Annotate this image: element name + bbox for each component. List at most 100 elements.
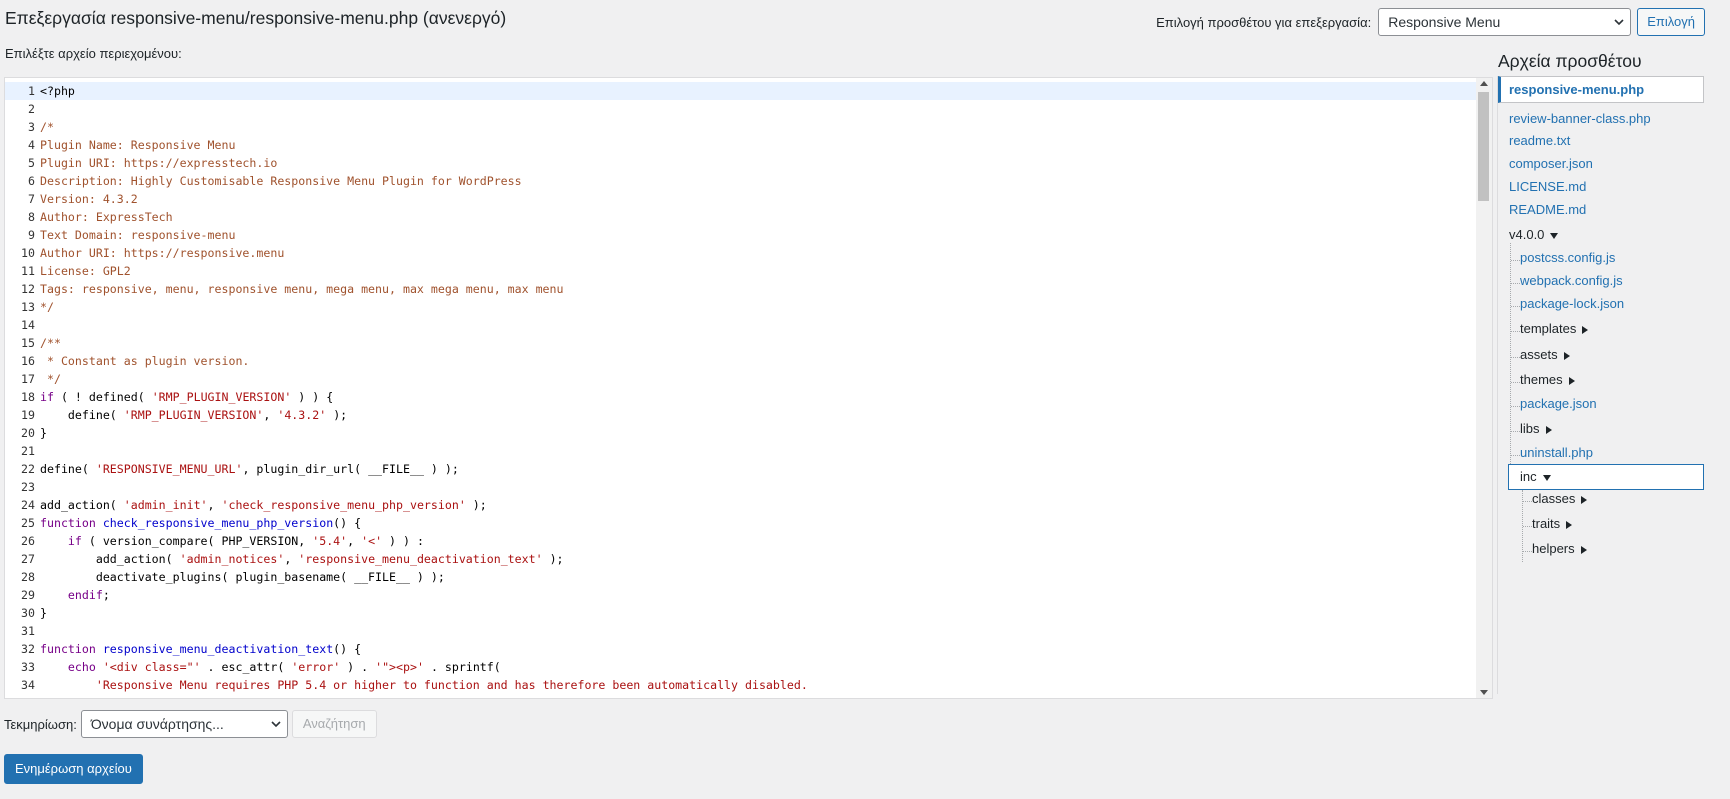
line-text[interactable]: Plugin URI: https://expresstech.io — [39, 154, 277, 172]
folder-v4[interactable]: v4.0.0 — [1509, 227, 1559, 242]
file-link[interactable]: review-banner-class.php — [1509, 111, 1651, 126]
file-link[interactable]: package-lock.json — [1520, 296, 1624, 311]
code-line[interactable]: 8 Author: ExpressTech — [5, 208, 1476, 226]
file-item[interactable]: readme.txt — [1509, 133, 1570, 148]
code-line[interactable]: 4 Plugin Name: Responsive Menu — [5, 136, 1476, 154]
code-line[interactable]: 2 — [5, 100, 1476, 118]
code-line[interactable]: 3 /* — [5, 118, 1476, 136]
line-text[interactable] — [39, 622, 40, 640]
line-text[interactable]: * Constant as plugin version. — [39, 352, 249, 370]
line-text[interactable]: add_action( 'admin_init', 'check_respons… — [39, 496, 487, 514]
file-selected[interactable]: responsive-menu.php — [1498, 76, 1704, 103]
line-text[interactable]: } — [39, 424, 47, 442]
folder-traits[interactable]: traits — [1532, 516, 1573, 531]
code-line[interactable]: 22 define( 'RESPONSIVE_MENU_URL', plugin_… — [5, 460, 1476, 478]
file-link[interactable]: package.json — [1520, 396, 1597, 411]
folder-classes[interactable]: classes — [1532, 491, 1588, 506]
folder-templates[interactable]: templates — [1520, 321, 1589, 336]
code-line[interactable]: 13 */ — [5, 298, 1476, 316]
folder-themes[interactable]: themes — [1520, 372, 1575, 387]
line-text[interactable]: /* — [39, 118, 54, 136]
code-line[interactable]: 25 function check_responsive_menu_php_ver… — [5, 514, 1476, 532]
file-link[interactable]: composer.json — [1509, 156, 1593, 171]
line-text[interactable]: endif; — [39, 586, 110, 604]
file-link[interactable]: README.md — [1509, 202, 1586, 217]
line-text[interactable]: <?php — [39, 82, 75, 100]
folder-assets[interactable]: assets — [1520, 347, 1570, 362]
code-line[interactable]: 30} — [5, 604, 1476, 622]
folder-inc[interactable]: inc — [1508, 464, 1704, 490]
line-text[interactable]: Author: ExpressTech — [39, 208, 173, 226]
code-line[interactable]: 1 <?php — [5, 82, 1476, 100]
lookup-button[interactable]: Αναζήτηση — [291, 710, 377, 738]
file-link[interactable]: readme.txt — [1509, 133, 1570, 148]
code-line[interactable]: 19 define( 'RMP_PLUGIN_VERSION', '4.3.2'… — [5, 406, 1476, 424]
file-item[interactable]: LICENSE.md — [1509, 179, 1586, 194]
editor-scrollbar[interactable] — [1476, 78, 1492, 698]
code-lines[interactable]: 1 <?php 2 3/* 4 Plugin Name: Responsive Menu 5… — [5, 82, 1476, 694]
code-line[interactable]: 9 Text Domain: responsive-menu — [5, 226, 1476, 244]
code-line[interactable]: 15 /** — [5, 334, 1476, 352]
code-line[interactable]: 18 if ( ! defined( 'RMP_PLUGIN_VERSION' )… — [5, 388, 1476, 406]
code-line[interactable]: 31 — [5, 622, 1476, 640]
line-text[interactable]: Version: 4.3.2 — [39, 190, 138, 208]
plugin-select[interactable]: Responsive Menu — [1378, 8, 1632, 36]
code-line[interactable]: 7 Version: 4.3.2 — [5, 190, 1476, 208]
code-editor[interactable]: 1 <?php 2 3/* 4 Plugin Name: Responsive Menu 5… — [4, 77, 1493, 699]
folder-libs[interactable]: libs — [1520, 421, 1552, 436]
code-line[interactable]: 32 function responsive_menu_deactivation_… — [5, 640, 1476, 658]
line-text[interactable] — [39, 100, 40, 118]
code-line[interactable]: 16 * Constant as plugin version. — [5, 352, 1476, 370]
line-text[interactable]: Author URI: https://responsive.menu — [39, 244, 284, 262]
code-line[interactable]: 28 deactivate_plugins( plugin_basename( … — [5, 568, 1476, 586]
line-text[interactable]: } — [39, 604, 47, 622]
file-item[interactable]: uninstall.php — [1520, 445, 1593, 460]
line-text[interactable]: define( 'RMP_PLUGIN_VERSION', '4.3.2' ); — [39, 406, 347, 424]
code-line[interactable]: 27 add_action( 'admin_notices', 'respons… — [5, 550, 1476, 568]
code-line[interactable]: 10 Author URI: https://responsive.menu — [5, 244, 1476, 262]
folder-helpers[interactable]: helpers — [1532, 541, 1587, 556]
file-link[interactable]: LICENSE.md — [1509, 179, 1586, 194]
line-text[interactable] — [39, 316, 40, 334]
file-item[interactable]: review-banner-class.php — [1509, 111, 1651, 126]
code-line[interactable]: 17 */ — [5, 370, 1476, 388]
scroll-up-icon[interactable] — [1480, 81, 1488, 86]
file-item[interactable]: README.md — [1509, 202, 1586, 217]
line-text[interactable]: function responsive_menu_deactivation_te… — [39, 640, 361, 658]
file-link[interactable]: postcss.config.js — [1520, 250, 1615, 265]
file-link[interactable]: uninstall.php — [1520, 445, 1593, 460]
code-line[interactable]: 23 — [5, 478, 1476, 496]
code-line[interactable]: 20} — [5, 424, 1476, 442]
scroll-down-icon[interactable] — [1480, 690, 1488, 695]
code-line[interactable]: 11 License: GPL2 — [5, 262, 1476, 280]
code-line[interactable]: 33 echo '<div class="' . esc_attr( 'erro… — [5, 658, 1476, 676]
select-plugin-button[interactable]: Επιλογή — [1637, 8, 1705, 36]
code-line[interactable]: 29 endif; — [5, 586, 1476, 604]
code-line[interactable]: 21 — [5, 442, 1476, 460]
line-text[interactable]: Text Domain: responsive-menu — [39, 226, 235, 244]
line-text[interactable]: /** — [39, 334, 61, 352]
file-item[interactable]: package.json — [1520, 396, 1597, 411]
code-line[interactable]: 34 'Responsive Menu requires PHP 5.4 or … — [5, 676, 1476, 694]
line-text[interactable] — [39, 478, 40, 496]
line-text[interactable]: add_action( 'admin_notices', 'responsive… — [39, 550, 564, 568]
function-name-select[interactable]: Όνομα συνάρτησης... — [80, 710, 288, 738]
line-text[interactable]: if ( version_compare( PHP_VERSION, '5.4'… — [39, 532, 424, 550]
line-text[interactable]: if ( ! defined( 'RMP_PLUGIN_VERSION' ) )… — [39, 388, 333, 406]
line-text[interactable]: License: GPL2 — [39, 262, 131, 280]
code-line[interactable]: 12 Tags: responsive, menu, responsive men… — [5, 280, 1476, 298]
file-item[interactable]: composer.json — [1509, 156, 1593, 171]
line-text[interactable]: deactivate_plugins( plugin_basename( __F… — [39, 568, 445, 586]
line-text[interactable]: echo '<div class="' . esc_attr( 'error' … — [39, 658, 501, 676]
line-text[interactable]: Tags: responsive, menu, responsive menu,… — [39, 280, 564, 298]
update-file-button[interactable]: Ενημέρωση αρχείου — [4, 754, 143, 784]
file-item[interactable]: webpack.config.js — [1520, 273, 1623, 288]
line-text[interactable]: define( 'RESPONSIVE_MENU_URL', plugin_di… — [39, 460, 459, 478]
line-text[interactable]: */ — [39, 370, 61, 388]
code-line[interactable]: 6 Description: Highly Customisable Respon… — [5, 172, 1476, 190]
line-text[interactable] — [39, 442, 40, 460]
code-line[interactable]: 14 — [5, 316, 1476, 334]
line-text[interactable]: Description: Highly Customisable Respons… — [39, 172, 522, 190]
code-line[interactable]: 5 Plugin URI: https://expresstech.io — [5, 154, 1476, 172]
file-link[interactable]: webpack.config.js — [1520, 273, 1623, 288]
